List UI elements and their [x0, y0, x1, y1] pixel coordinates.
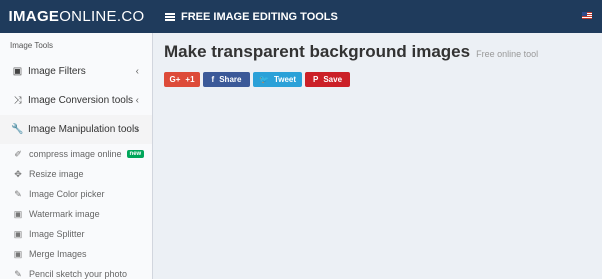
facebook-share-label: Share	[219, 75, 242, 84]
twitter-tweet-button[interactable]: 🐦 Tweet	[253, 72, 302, 87]
facebook-share-button[interactable]: f Share	[203, 72, 250, 87]
move-icon: ✥	[14, 168, 22, 179]
subitem-watermark-image[interactable]: ▣ Watermark image	[0, 204, 152, 224]
chevron-left-icon: ‹	[135, 95, 139, 106]
nav-title: FREE IMAGE EDITING TOOLS	[181, 10, 338, 23]
subitem-image-splitter[interactable]: ▣ Image Splitter	[0, 224, 152, 244]
us-flag-icon[interactable]	[582, 12, 592, 19]
twitter-tweet-label: Tweet	[273, 75, 297, 84]
sidebar-item-label: Image Filters	[28, 66, 86, 77]
chevron-left-icon: ‹	[135, 124, 139, 135]
subitem-label: Image Splitter	[29, 229, 85, 239]
top-navbar: IMAGE ONLINE.CO FREE IMAGE EDITING TOOLS	[0, 0, 602, 33]
subitem-label: Resize image	[29, 169, 84, 179]
eyedropper-icon: ✎	[14, 188, 22, 199]
site-logo[interactable]: IMAGE ONLINE.CO	[0, 0, 153, 33]
pencil-icon: ✎	[14, 268, 22, 279]
subitem-compress-image[interactable]: ✐ compress image online new	[0, 144, 152, 164]
page-subtitle: Free online tool	[476, 49, 539, 59]
sidebar: Image Tools ▣ Image Filters ‹ ⤨ Image Co…	[0, 33, 153, 279]
hamburger-icon	[165, 12, 175, 21]
sidebar-item-image-filters[interactable]: ▣ Image Filters ‹	[0, 57, 152, 86]
image-icon: ▣	[13, 248, 23, 259]
chevron-left-icon: ‹	[135, 66, 139, 77]
google-plus-button[interactable]: G+ +1	[164, 72, 200, 87]
image-icon: ▣	[12, 66, 23, 77]
nav-menu-toggle[interactable]: FREE IMAGE EDITING TOOLS	[165, 11, 338, 23]
sidebar-item-label: Image Manipulation tools	[28, 124, 140, 135]
sidebar-item-image-conversion[interactable]: ⤨ Image Conversion tools ‹	[0, 86, 152, 115]
share-buttons: G+ +1 f Share 🐦 Tweet P Save	[164, 72, 538, 87]
subitem-merge-images[interactable]: ▣ Merge Images	[0, 244, 152, 264]
title-row: Make transparent background images Free …	[164, 42, 538, 62]
sidebar-item-image-manipulation[interactable]: 🔧 Image Manipulation tools ‹	[0, 115, 152, 144]
subitem-label: compress image online	[29, 149, 122, 159]
shuffle-icon: ⤨	[13, 95, 22, 106]
image-icon: ▣	[13, 228, 23, 239]
wrench-icon: 🔧	[11, 124, 24, 135]
facebook-icon: f	[211, 75, 215, 84]
subitem-pencil-sketch[interactable]: ✎ Pencil sketch your photo	[0, 264, 152, 279]
pinterest-icon: P	[312, 75, 319, 84]
image-icon: ▣	[13, 208, 23, 219]
main-content: Make transparent background images Free …	[164, 42, 538, 87]
twitter-icon: 🐦	[258, 75, 269, 84]
page-title: Make transparent background images	[164, 42, 471, 61]
sidebar-header: Image Tools	[10, 40, 53, 50]
google-plus-icon: G+	[169, 75, 181, 84]
new-badge: new	[126, 150, 145, 158]
sidebar-item-label: Image Conversion tools	[28, 95, 134, 106]
subitem-resize-image[interactable]: ✥ Resize image	[0, 164, 152, 184]
google-plus-label: +1	[185, 75, 195, 84]
pin-icon: ✐	[14, 148, 22, 159]
pinterest-save-button[interactable]: P Save	[305, 72, 350, 87]
logo-text-thin: ONLINE.CO	[59, 8, 145, 25]
subitem-label: Merge Images	[29, 249, 87, 259]
subitem-color-picker[interactable]: ✎ Image Color picker	[0, 184, 152, 204]
subitem-label: Image Color picker	[29, 189, 105, 199]
logo-text-bold: IMAGE	[8, 8, 60, 25]
pinterest-save-label: Save	[323, 75, 343, 84]
subitem-label: Pencil sketch your photo	[29, 269, 128, 279]
subitem-label: Watermark image	[29, 209, 100, 219]
